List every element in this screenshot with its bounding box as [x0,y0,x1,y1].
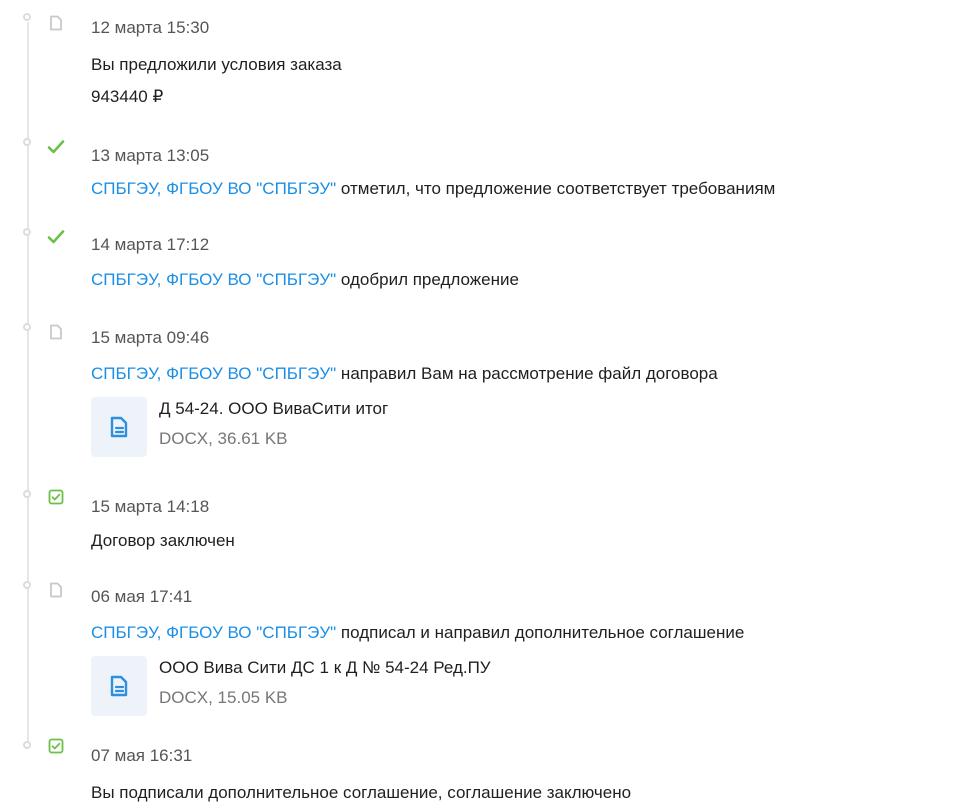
event-date: 13 марта 13:05 [91,146,210,165]
event-date: 14 марта 17:12 [91,235,210,254]
event-date: 12 марта 15:30 [91,18,210,37]
file-icon-box [91,397,147,457]
event-text: СПБГЭУ, ФГБОУ ВО "СПБГЭУ" подписал и нап… [91,623,744,643]
event-timeline: 12 марта 15:30 Вы предложили условия зак… [0,0,960,809]
event-action-text: направил Вам на рассмотрение файл догово… [336,364,718,383]
event-text: Договор заключен [91,531,235,550]
timeline-dot [23,741,31,749]
timeline-dot [23,581,31,589]
organization-link[interactable]: СПБГЭУ, ФГБОУ ВО "СПБГЭУ" [91,623,336,642]
event-text: СПБГЭУ, ФГБОУ ВО "СПБГЭУ" отметил, что п… [91,179,775,199]
event-date: 07 мая 16:31 [91,746,193,765]
event-action-text: одобрил предложение [336,270,519,289]
document-check-icon [47,737,65,755]
file-attachment[interactable]: ООО Вива Сити ДС 1 к Д № 54-24 Ред.ПУ DO… [91,656,511,716]
event-text: СПБГЭУ, ФГБОУ ВО "СПБГЭУ" направил Вам н… [91,364,718,384]
event-action-text: отметил, что предложение соответствует т… [336,179,776,198]
file-name[interactable]: Д 54-24. ООО ВиваСити итог [159,399,388,419]
event-text: СПБГЭУ, ФГБОУ ВО "СПБГЭУ" одобрил предло… [91,270,519,290]
file-meta: DOCX, 15.05 KB [159,688,288,707]
document-check-icon [47,488,65,506]
event-date: 15 марта 14:18 [91,497,210,516]
file-attachment[interactable]: Д 54-24. ООО ВиваСити итог DOCX, 36.61 K… [91,397,411,457]
checkmark-icon [47,228,65,246]
event-date: 06 мая 17:41 [91,587,193,606]
timeline-dot [23,138,31,146]
event-date: 15 марта 09:46 [91,328,210,347]
timeline-dot [23,490,31,498]
timeline-line [27,22,29,742]
organization-link[interactable]: СПБГЭУ, ФГБОУ ВО "СПБГЭУ" [91,364,336,383]
event-amount: 943440 ₽ [91,87,164,106]
timeline-dot [23,13,31,21]
event-text: Вы предложили условия заказа [91,55,342,74]
timeline-dot [23,323,31,331]
organization-link[interactable]: СПБГЭУ, ФГБОУ ВО "СПБГЭУ" [91,179,336,198]
timeline-dot [23,228,31,236]
event-action-text: подписал и направил дополнительное согла… [336,623,745,642]
organization-link[interactable]: СПБГЭУ, ФГБОУ ВО "СПБГЭУ" [91,270,336,289]
document-icon [47,14,65,32]
event-text: Вы подписали дополнительное соглашение, … [91,783,632,802]
checkmark-icon [47,138,65,156]
document-icon [47,323,65,341]
file-icon-box [91,656,147,716]
document-icon [47,581,65,599]
file-meta: DOCX, 36.61 KB [159,429,288,448]
file-document-icon [110,675,128,697]
file-document-icon [110,416,128,438]
file-name[interactable]: ООО Вива Сити ДС 1 к Д № 54-24 Ред.ПУ [159,658,491,678]
